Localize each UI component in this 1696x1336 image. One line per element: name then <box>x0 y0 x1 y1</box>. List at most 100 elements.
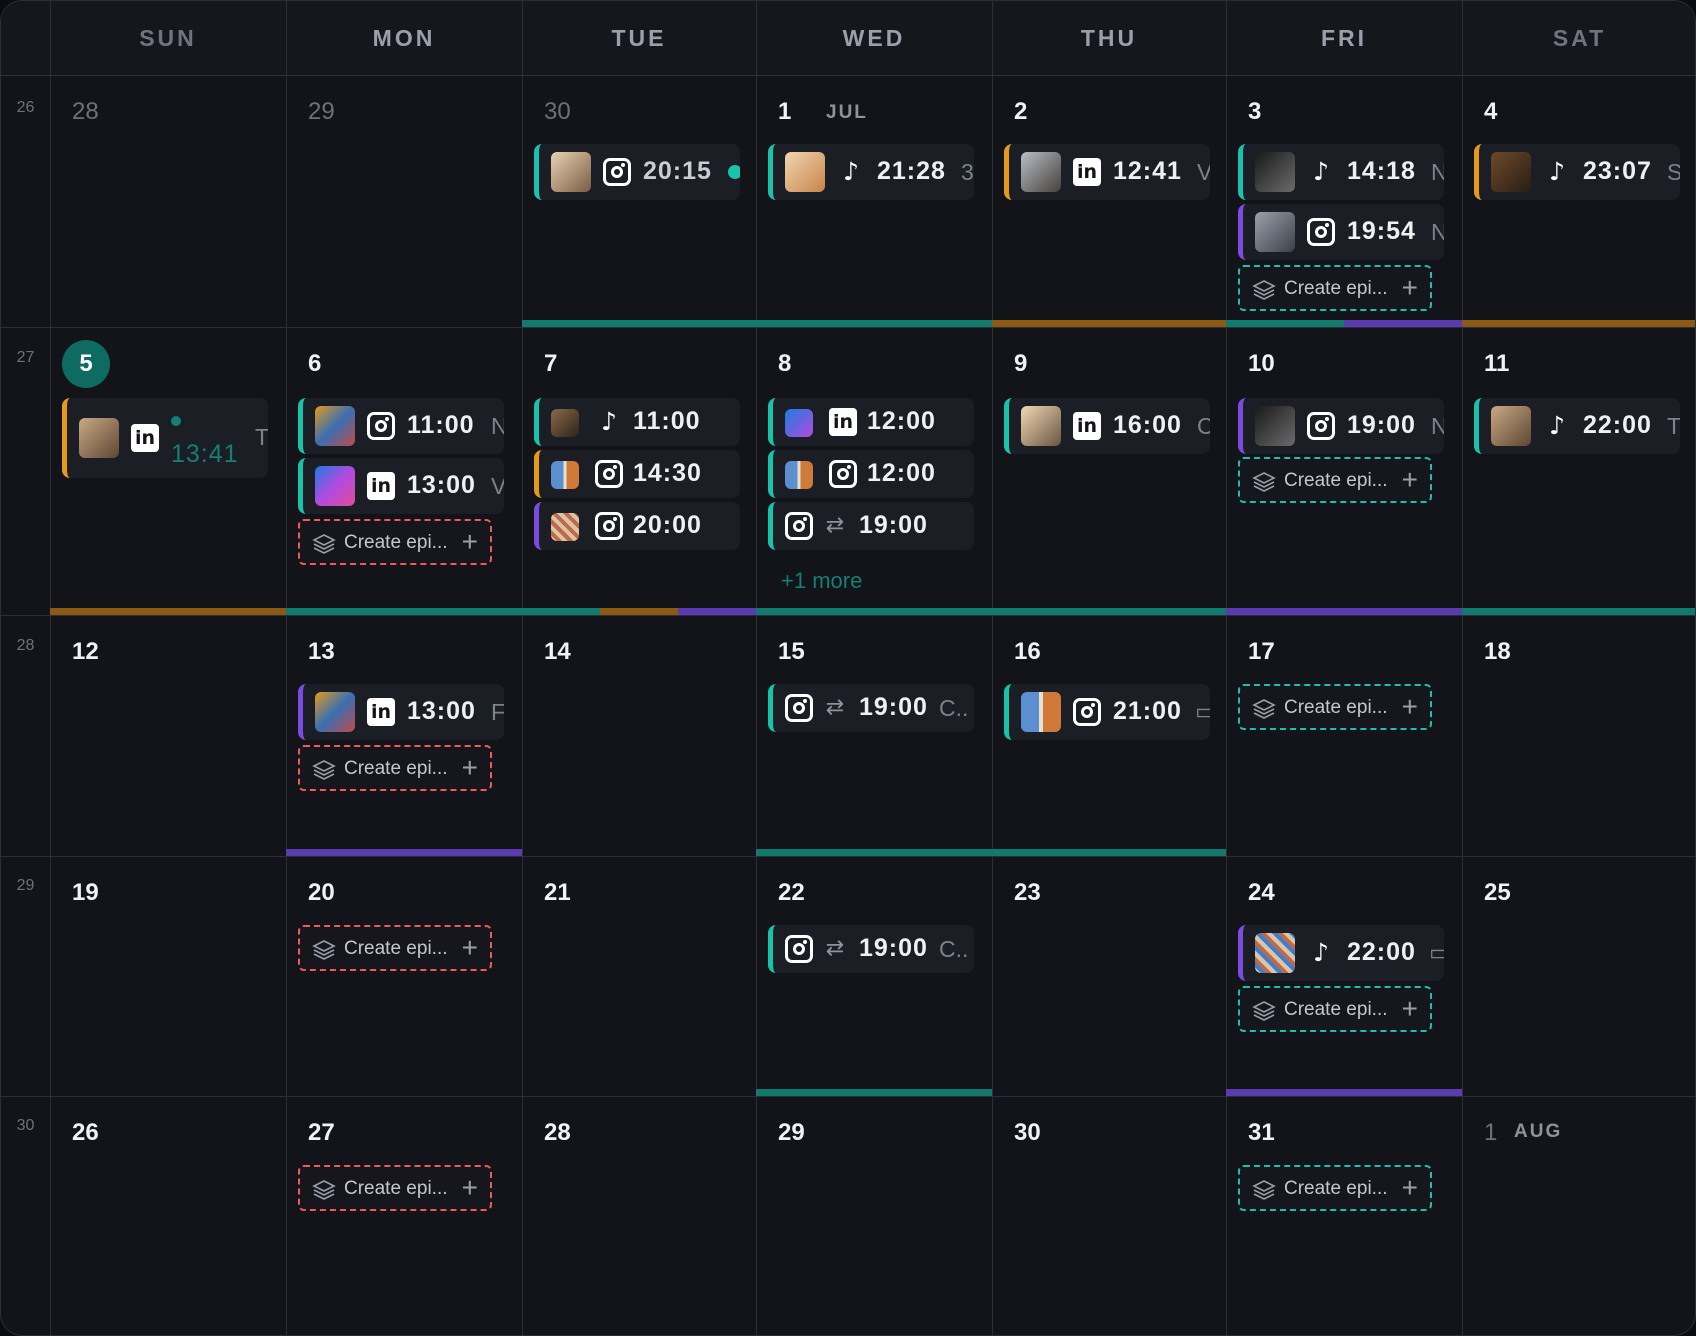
scheduled-post[interactable]: ⇄ 19:00 <box>768 502 974 550</box>
scheduled-post[interactable]: 19:54 N <box>1238 204 1444 260</box>
week-number: 26 <box>16 99 35 116</box>
scheduled-post[interactable]: in 13:00 F <box>298 684 504 740</box>
scheduled-post[interactable]: 21:00 ▭ <box>1004 684 1210 740</box>
layers-icon <box>1252 472 1276 492</box>
post-time: 16:00 <box>1113 411 1182 439</box>
scheduled-post[interactable]: ♪ 14:18 N <box>1238 144 1444 200</box>
scheduled-post[interactable]: ⇄ 19:00 C.. <box>768 684 974 732</box>
create-episode-button[interactable]: Create epi... + <box>1238 265 1432 311</box>
scheduled-post[interactable]: 20:15 <box>534 144 740 200</box>
post-caption: N <box>1431 219 1444 246</box>
weekday-tue: TUE <box>611 25 667 51</box>
day-cell[interactable]: 17 Create epi... + <box>1226 616 1462 856</box>
day-cell[interactable]: 29 <box>756 1097 992 1335</box>
month-label: JUL <box>826 102 868 123</box>
day-cell[interactable]: 30 <box>992 1097 1226 1335</box>
day-cell[interactable]: 10 19:00 N Create epi... + <box>1226 328 1462 615</box>
scheduled-post[interactable]: in 12:00 <box>768 398 974 446</box>
status-bar <box>756 320 992 327</box>
post-thumbnail <box>1255 152 1295 192</box>
day-cell[interactable]: 24 ♪ 22:00 ▭ Create epi... + <box>1226 857 1462 1096</box>
day-cell[interactable]: 30 20:15 <box>522 76 756 327</box>
status-bar <box>1462 320 1695 327</box>
scheduled-post[interactable]: in 13:41 T <box>62 398 268 478</box>
scheduled-post[interactable]: ♪ 23:07 S <box>1474 144 1680 200</box>
day-cell[interactable]: 23 <box>992 857 1226 1096</box>
scheduled-post[interactable]: 11:00 N <box>298 398 504 454</box>
day-cell[interactable]: 25 <box>1462 857 1695 1096</box>
post-thumbnail <box>1255 933 1295 973</box>
status-bar <box>522 608 600 615</box>
day-cell[interactable]: 15 ⇄ 19:00 C.. <box>756 616 992 856</box>
day-cell[interactable]: 7 ♪ 11:00 14:30 20:00 <box>522 328 756 615</box>
day-cell[interactable]: 18 <box>1462 616 1695 856</box>
scheduled-post[interactable]: ⇄ 19:00 C.. <box>768 925 974 973</box>
week-number: 29 <box>16 877 35 894</box>
day-cell[interactable]: 27 Create epi... + <box>286 1097 522 1335</box>
create-episode-button[interactable]: Create epi... + <box>298 925 492 971</box>
day-cell[interactable]: 31 Create epi... + <box>1226 1097 1462 1335</box>
day-cell[interactable]: 6 11:00 N in 13:00 V Create epi... + <box>286 328 522 615</box>
weekday-thu: THU <box>1080 25 1138 51</box>
day-cell[interactable]: 20 Create epi... + <box>286 857 522 1096</box>
post-time: 14:30 <box>633 459 702 487</box>
day-number: 14 <box>544 638 571 665</box>
create-episode-button[interactable]: Create epi... + <box>1238 986 1432 1032</box>
create-episode-button[interactable]: Create epi... + <box>1238 457 1432 503</box>
day-cell[interactable]: 13 in 13:00 F Create epi... + <box>286 616 522 856</box>
plus-icon: + <box>461 752 478 783</box>
day-cell[interactable]: 11 ♪ 22:00 T <box>1462 328 1695 615</box>
day-cell[interactable]: 28 <box>522 1097 756 1335</box>
day-cell[interactable]: 16 21:00 ▭ <box>992 616 1226 856</box>
day-cell[interactable]: 28 <box>50 76 286 327</box>
create-episode-button[interactable]: Create epi... + <box>298 745 492 791</box>
day-cell[interactable]: 5 in 13:41 T <box>50 328 286 615</box>
weekday-header: SUN MON TUE WED THU FRI SAT <box>1 1 1695 76</box>
scheduled-post[interactable]: ♪ 11:00 <box>534 398 740 446</box>
create-label: Create epi... <box>1284 1178 1388 1199</box>
scheduled-post[interactable]: in 16:00 C <box>1004 398 1210 454</box>
day-cell[interactable]: 1 JUL ♪ 21:28 3 <box>756 76 992 327</box>
scheduled-post[interactable]: 19:00 N <box>1238 398 1444 454</box>
create-episode-button[interactable]: Create epi... + <box>1238 1165 1432 1211</box>
calendar-month-view: SUN MON TUE WED THU FRI SAT 26 27 28 29 … <box>0 0 1696 1336</box>
day-cell[interactable]: 14 <box>522 616 756 856</box>
day-cell[interactable]: 26 <box>50 1097 286 1335</box>
scheduled-post[interactable]: 14:30 <box>534 450 740 498</box>
day-cell[interactable]: 4 ♪ 23:07 S <box>1462 76 1695 327</box>
create-episode-button[interactable]: Create epi... + <box>298 1165 492 1211</box>
linkedin-icon: in <box>1073 412 1101 440</box>
status-bar <box>992 320 1226 327</box>
day-cell[interactable]: 12 <box>50 616 286 856</box>
more-posts-link[interactable]: +1 more <box>781 568 862 594</box>
post-caption: F <box>491 699 504 725</box>
day-cell[interactable]: 22 ⇄ 19:00 C.. <box>756 857 992 1096</box>
day-cell[interactable]: 29 <box>286 76 522 327</box>
day-cell[interactable]: 1 AUG <box>1462 1097 1695 1335</box>
scheduled-post[interactable]: 20:00 <box>534 502 740 550</box>
scheduled-post[interactable]: ♪ 21:28 3 <box>768 144 974 200</box>
day-cell[interactable]: 2 in 12:41 V <box>992 76 1226 327</box>
scheduled-post[interactable]: ♪ 22:00 ▭ <box>1238 925 1444 981</box>
day-cell[interactable]: 19 <box>50 857 286 1096</box>
create-episode-button[interactable]: Create epi... + <box>1238 684 1432 730</box>
day-cell[interactable]: 21 <box>522 857 756 1096</box>
status-bar <box>756 849 992 856</box>
scheduled-post[interactable]: in 12:41 V <box>1004 144 1210 200</box>
scheduled-post[interactable]: in 13:00 V <box>298 458 504 514</box>
plus-icon: + <box>1401 1172 1418 1203</box>
create-episode-button[interactable]: Create epi... + <box>298 519 492 565</box>
day-number: 2 <box>1014 98 1028 125</box>
status-bar <box>1344 320 1462 327</box>
day-number: 27 <box>308 1119 335 1146</box>
day-cell[interactable]: 8 in 12:00 12:00 ⇄ 19:00 +1 more <box>756 328 992 615</box>
day-cell[interactable]: 3 ♪ 14:18 N 19:54 N Create epi... + <box>1226 76 1462 327</box>
post-caption: N <box>1431 413 1444 440</box>
status-bar <box>600 608 678 615</box>
linkedin-icon: in <box>1073 158 1101 186</box>
scheduled-post[interactable]: 12:00 <box>768 450 974 498</box>
scheduled-post[interactable]: ♪ 22:00 T <box>1474 398 1680 454</box>
day-cell[interactable]: 9 in 16:00 C <box>992 328 1226 615</box>
instagram-icon <box>1307 218 1335 246</box>
linkedin-icon: in <box>829 408 857 436</box>
